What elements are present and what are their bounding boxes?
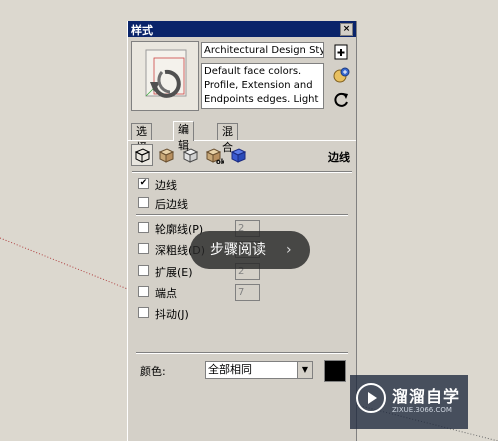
svg-text:ok: ok [216,158,224,165]
play-logo-icon [356,383,386,413]
close-button[interactable]: × [340,23,353,36]
style-name-input[interactable]: Architectural Design Style [201,42,324,58]
jitter-label: 抖动(J) [155,308,189,321]
refresh-arrows-icon [145,49,187,98]
back-edges-checkbox[interactable] [138,197,149,208]
color-mode-value: 全部相同 [208,363,252,376]
show-edges-checkbox[interactable]: ✔ [138,178,149,189]
watermark-settings-icon[interactable]: ok [204,145,224,165]
section-title: 边线 [328,151,350,164]
face-settings-icon[interactable] [156,145,176,165]
divider [132,171,352,173]
style-thumbnail[interactable] [131,41,199,111]
chevron-down-icon[interactable]: ▼ [297,362,312,378]
profiles-checkbox[interactable] [138,222,149,233]
endpoints-label: 端点 [155,287,177,300]
extension-label: 扩展(E) [155,266,193,279]
tab-edit[interactable]: 编辑 [173,121,194,152]
chevron-right-icon: › [286,242,292,258]
step-reading-overlay[interactable]: 步骤阅读 › [190,231,310,269]
watermark-brand: 溜溜自学 [392,387,461,406]
jitter-checkbox[interactable] [138,307,149,318]
endpoints-length-input[interactable]: 7 [235,284,260,301]
create-new-style-icon[interactable] [332,43,350,61]
refresh-icon[interactable] [332,91,350,109]
update-style-icon[interactable] [332,66,350,84]
divider [136,352,348,354]
overlay-label: 步骤阅读 [210,242,266,258]
color-mode-select[interactable]: 全部相同 ▼ [205,361,313,379]
divider [136,214,348,216]
tab-divider [128,140,356,141]
back-edges-label: 后边线 [155,198,188,211]
panel-title: 样式 [131,24,153,37]
color-label: 颜色: [140,365,166,378]
edge-settings-icon[interactable] [131,144,153,166]
edge-color-swatch[interactable] [324,360,346,382]
modeling-settings-icon[interactable] [228,145,248,165]
extension-checkbox[interactable] [138,265,149,276]
style-description-input[interactable]: Default face colors. Profile, Extension … [201,63,324,109]
tab-select[interactable]: 选择 [131,123,152,154]
watermark-url: ZIXUE.3066.COM [392,406,452,414]
endpoints-checkbox[interactable] [138,286,149,297]
show-edges-label: 边线 [155,179,177,192]
panel-titlebar[interactable]: 样式 × [128,21,356,37]
site-watermark: 溜溜自学 ZIXUE.3066.COM [350,375,468,429]
depth-cue-checkbox[interactable] [138,243,149,254]
tab-mix[interactable]: 混合 [217,123,238,154]
